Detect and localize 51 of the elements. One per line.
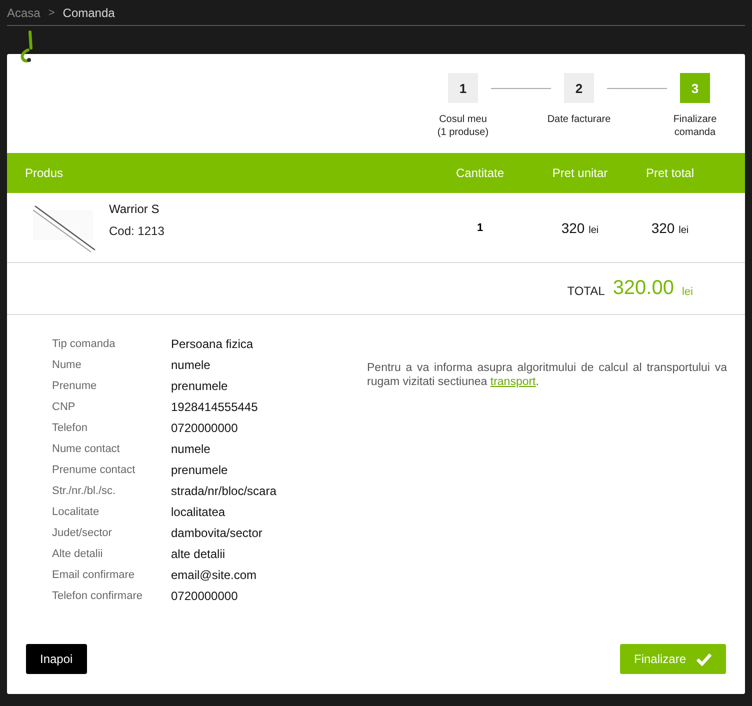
total-price: 320 lei bbox=[650, 220, 690, 236]
detail-value: prenumele bbox=[171, 378, 228, 392]
step-number: 1 bbox=[448, 73, 478, 103]
detail-label: Telefon bbox=[52, 422, 88, 434]
column-header: Pret total bbox=[644, 166, 696, 180]
step-label: Cosul meu (1 produse) bbox=[437, 113, 489, 139]
detail-value: dambovita/sector bbox=[171, 526, 262, 540]
detail-label: Prenume bbox=[52, 380, 98, 392]
column-header: Pret unitar bbox=[551, 166, 609, 180]
total-currency: lei bbox=[682, 286, 693, 298]
product-code: Cod: 1213 bbox=[109, 224, 164, 238]
total-label: TOTAL bbox=[567, 284, 605, 298]
detail-label: Localitate bbox=[52, 506, 100, 518]
step-label: Finalizare comanda bbox=[673, 113, 717, 139]
detail-label: Telefon confirmare bbox=[52, 590, 144, 602]
back-button[interactable]: Inapoi bbox=[26, 644, 87, 674]
breadcrumb-link[interactable]: Acasa bbox=[7, 6, 40, 20]
check-icon bbox=[696, 652, 712, 666]
total-amount: 320.00 bbox=[612, 277, 674, 300]
detail-value: alte detalii bbox=[171, 546, 226, 560]
detail-label: Prenume contact bbox=[52, 464, 136, 476]
detail-label: Alte detalii bbox=[52, 548, 104, 560]
transport-info-text: Pentru a va informa asupra algoritmului de calcul al transportului va rugam vizitati sectiunea transport. bbox=[367, 361, 727, 390]
breadcrumb-separator: > bbox=[48, 6, 55, 18]
detail-label: Str./nr./bl./sc. bbox=[52, 484, 117, 496]
detail-value: strada/nr/bloc/scara bbox=[171, 484, 276, 498]
detail-value: localitatea bbox=[171, 504, 226, 518]
breadcrumb-link[interactable]: Comanda bbox=[62, 6, 115, 20]
detail-value: numele bbox=[171, 442, 210, 456]
step-number: 2 bbox=[564, 73, 594, 103]
detail-label: CNP bbox=[52, 400, 76, 412]
quantity-cell-text: 1 bbox=[476, 222, 484, 234]
detail-label: Email confirmare bbox=[52, 568, 136, 580]
step-number: 3 bbox=[680, 73, 710, 103]
detail-value: numele bbox=[171, 358, 210, 372]
transport-link[interactable]: transport bbox=[490, 376, 536, 388]
detail-label: Nume bbox=[52, 358, 82, 370]
detail-value: prenumele bbox=[171, 462, 228, 476]
detail-value: Persoana fizica bbox=[171, 336, 254, 350]
column-header: Cantitate bbox=[454, 166, 506, 180]
detail-value: 0720000000 bbox=[171, 420, 238, 434]
column-header: Produs bbox=[24, 166, 64, 180]
unit-price: 320 lei bbox=[560, 220, 600, 236]
detail-value: 0720000000 bbox=[171, 588, 238, 602]
detail-label: Tip comanda bbox=[52, 338, 116, 350]
detail-value: 1928414555445 bbox=[171, 400, 258, 414]
step-label: Date facturare bbox=[547, 113, 611, 126]
detail-value: email@site.com bbox=[171, 568, 257, 582]
product-name: Warrior S bbox=[109, 202, 160, 216]
detail-label: Judet/sector bbox=[52, 526, 113, 538]
detail-label: Nume contact bbox=[52, 442, 121, 454]
